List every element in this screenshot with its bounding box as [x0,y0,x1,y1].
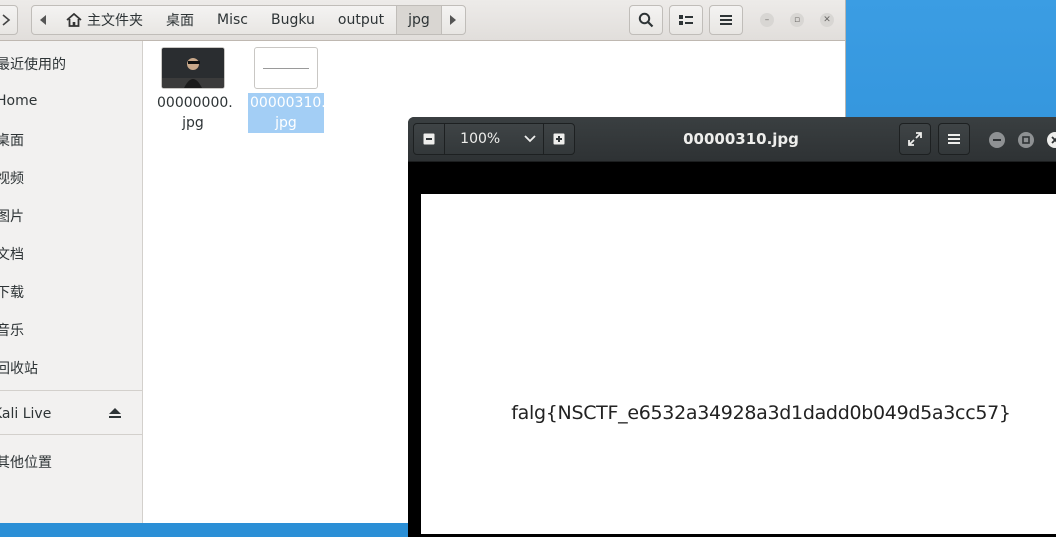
viewer-minimize-button[interactable] [989,132,1005,148]
fullscreen-icon [908,132,922,146]
image-flag-text: falg{NSCTF_e6532a34928a3d1dadd0b049d5a3c… [511,402,1011,424]
path-crumb-output[interactable]: output [327,6,396,34]
path-crumb-label: output [337,12,385,28]
sidebar-item-kali-live[interactable]: Kali Live [0,399,142,429]
path-crumb-jpg[interactable]: jpg [396,6,442,34]
maximize-icon [1022,136,1030,144]
sidebar-item-home[interactable]: Home [0,86,142,116]
close-icon [1051,136,1056,144]
home-icon [66,13,82,27]
file-name: 00000000. jpg [157,95,233,131]
image-thumbnail [254,47,318,89]
close-icon: ✕ [823,15,831,25]
file-item-selected[interactable]: 00000310. jpg [248,47,326,133]
chevron-right-icon [2,14,11,26]
sidebar-item-label: 最近使用的 [0,57,66,73]
sidebar-item-pictures[interactable]: 图片 [0,201,142,231]
sidebar-item-label: 桌面 [0,133,24,149]
path-crumb-home[interactable]: 主文件夹 [55,6,155,34]
sidebar-item-label: Home [0,93,38,109]
file-name: 00000310. jpg [248,93,326,133]
sidebar-item-recent[interactable]: 最近使用的 [0,49,142,79]
view-toggle-button[interactable] [669,5,703,35]
menu-button[interactable] [709,5,743,35]
sidebar-item-label: 其他位置 [0,455,52,471]
sidebar-item-other-locations[interactable]: 其他位置 [0,447,142,477]
image-viewer-window: 100% 00000310.jpg falg{NSCTF_e6532a34928… [408,117,1056,537]
path-crumb-misc[interactable]: Misc [206,6,260,34]
forward-button[interactable] [0,5,18,35]
viewer-menu-button[interactable] [938,123,970,155]
triangle-right-icon [449,15,456,25]
maximize-icon: ▫ [793,15,801,25]
sidebar-item-label: 回收站 [0,361,38,377]
file-manager-headerbar: 主文件夹 桌面 Misc Bugku output jpg – ▫ ✕ [0,0,845,41]
person-photo-icon [162,48,224,88]
sidebar-item-downloads[interactable]: 下载 [0,277,142,307]
path-crumb-desktop[interactable]: 桌面 [155,6,206,34]
sidebar-divider [0,434,142,435]
minimize-icon [993,139,1001,141]
sidebar: 最近使用的 Home 桌面 视频 图片 文档 下载 音乐 回收站 Kali Li… [0,41,143,523]
thumbnail-text-line [263,68,309,69]
sidebar-item-label: 文档 [0,247,24,263]
path-bar: 主文件夹 桌面 Misc Bugku output jpg [31,5,466,35]
sidebar-item-label: 视频 [0,171,24,187]
sidebar-item-label: 音乐 [0,323,24,339]
path-crumb-label: Misc [217,12,248,28]
fullscreen-button[interactable] [899,123,931,155]
sidebar-item-label: 下载 [0,285,24,301]
path-scroll-right-button[interactable] [442,6,465,34]
path-scroll-left-button[interactable] [32,6,55,34]
file-item[interactable]: 00000000. jpg [155,47,233,133]
path-crumb-label: Bugku [270,12,315,28]
image-viewer-headerbar: 100% 00000310.jpg [408,117,1056,162]
path-crumb-label: jpg [408,12,430,28]
triangle-left-icon [40,15,46,25]
search-button[interactable] [629,5,663,35]
maximize-button[interactable]: ▫ [790,13,804,27]
sidebar-item-label: Kali Live [0,406,52,422]
sidebar-item-label: 图片 [0,209,24,225]
path-crumb-bugku[interactable]: Bugku [260,6,327,34]
image-thumbnail [161,47,225,89]
minimize-button[interactable]: – [760,13,774,27]
sidebar-item-videos[interactable]: 视频 [0,163,142,193]
displayed-image: falg{NSCTF_e6532a34928a3d1dadd0b049d5a3c… [421,194,1056,534]
path-crumb-label: 主文件夹 [87,13,143,29]
hamburger-menu-icon [720,15,732,25]
eject-icon[interactable] [108,407,122,419]
sidebar-item-trash[interactable]: 回收站 [0,353,142,383]
search-icon [638,12,654,28]
sidebar-divider [0,390,142,391]
hamburger-menu-icon [948,134,960,144]
close-button[interactable]: ✕ [820,13,834,27]
minimize-icon: – [764,15,770,25]
viewer-maximize-button[interactable] [1018,132,1034,148]
sidebar-item-music[interactable]: 音乐 [0,315,142,345]
path-crumb-label: 桌面 [166,13,194,29]
image-canvas: falg{NSCTF_e6532a34928a3d1dadd0b049d5a3c… [408,162,1056,537]
sidebar-item-desktop[interactable]: 桌面 [0,125,142,155]
viewer-close-button[interactable] [1047,132,1056,148]
sidebar-item-documents[interactable]: 文档 [0,239,142,269]
list-view-icon [679,15,693,25]
